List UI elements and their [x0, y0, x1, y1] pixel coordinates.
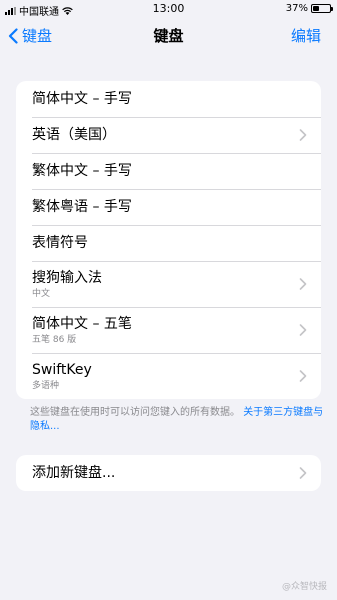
keyboard-sublabel: 多语种 — [32, 380, 60, 391]
add-keyboard-group: 添加新键盘... — [16, 455, 321, 491]
privacy-note-text: 这些键盘在使用时可以访问您键入的所有数据。 — [30, 407, 240, 418]
keyboard-row[interactable]: 英语（美国） — [16, 117, 321, 153]
keyboard-row[interactable]: 繁体中文 – 手写 — [16, 153, 321, 189]
keyboard-label: SwiftKey — [32, 361, 92, 378]
keyboard-label: 搜狗输入法 — [32, 269, 102, 286]
keyboards-list: 简体中文 – 手写 英语（美国） 繁体中文 – 手写 繁体粤语 – 手写 表情符… — [16, 81, 321, 399]
keyboard-sublabel: 五笔 86 版 — [32, 334, 77, 345]
chevron-right-icon — [299, 278, 307, 290]
row-text: 英语（美国） — [32, 126, 299, 144]
chevron-right-icon — [299, 324, 307, 336]
keyboard-row[interactable]: 简体中文 – 手写 — [16, 81, 321, 117]
add-keyboard-button[interactable]: 添加新键盘... — [16, 455, 321, 491]
privacy-note: 这些键盘在使用时可以访问您键入的所有数据。 关于第三方键盘与隐私... — [30, 406, 326, 434]
keyboard-label: 简体中文 – 五笔 — [32, 315, 132, 332]
keyboard-label: 繁体粤语 – 手写 — [32, 199, 132, 215]
chevron-right-icon — [299, 467, 307, 479]
row-text: 搜狗输入法 中文 — [32, 269, 299, 300]
battery-icon — [311, 4, 333, 13]
watermark: @众智快报 — [281, 582, 327, 592]
chevron-right-icon — [299, 129, 307, 141]
keyboard-label: 简体中文 – 手写 — [32, 91, 132, 107]
add-keyboard-label: 添加新键盘... — [32, 465, 116, 481]
keyboard-row[interactable]: 简体中文 – 五笔 五笔 86 版 — [16, 307, 321, 353]
row-text: SwiftKey 多语种 — [32, 361, 299, 392]
row-text: 表情符号 — [32, 234, 307, 252]
keyboard-label: 繁体中文 – 手写 — [32, 163, 132, 179]
edit-button[interactable]: 编辑 — [291, 25, 321, 46]
row-text: 简体中文 – 手写 — [32, 90, 307, 108]
keyboard-row[interactable]: 表情符号 — [16, 225, 321, 261]
navigation-bar: 键盘 键盘 编辑 — [0, 18, 337, 52]
keyboard-row[interactable]: SwiftKey 多语种 — [16, 353, 321, 399]
status-right: 37% — [285, 3, 333, 14]
row-text: 添加新键盘... — [32, 464, 299, 482]
row-text: 繁体中文 – 手写 — [32, 162, 307, 180]
keyboard-label: 表情符号 — [32, 235, 88, 251]
chevron-right-icon — [299, 370, 307, 382]
keyboard-row[interactable]: 搜狗输入法 中文 — [16, 261, 321, 307]
keyboard-row[interactable]: 繁体粤语 – 手写 — [16, 189, 321, 225]
row-text: 简体中文 – 五笔 五笔 86 版 — [32, 315, 299, 346]
row-text: 繁体粤语 – 手写 — [32, 198, 307, 216]
status-bar: 中国联通 13:00 37% — [0, 0, 337, 18]
keyboard-sublabel: 中文 — [32, 288, 51, 299]
page-title: 键盘 — [153, 27, 184, 45]
battery-percent: 37% — [285, 3, 308, 14]
keyboard-label: 英语（美国） — [32, 127, 116, 143]
battery-level — [313, 6, 319, 11]
